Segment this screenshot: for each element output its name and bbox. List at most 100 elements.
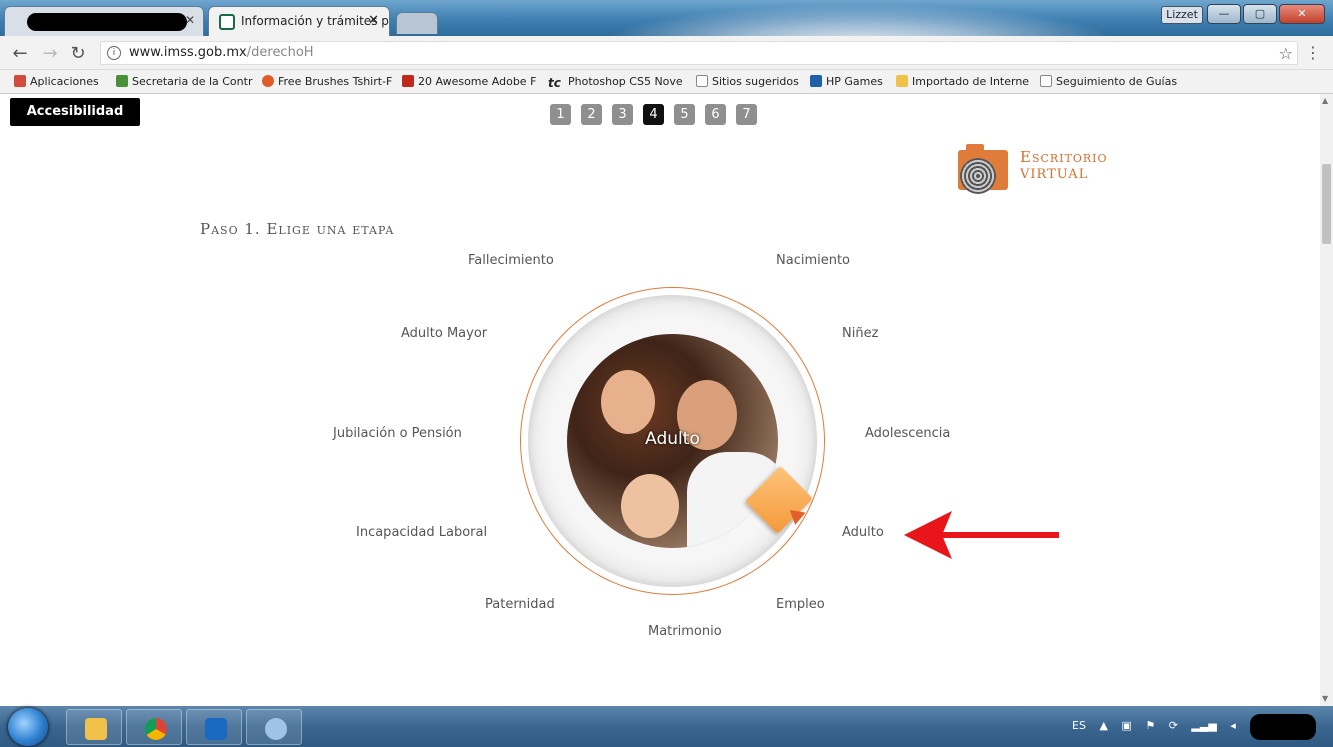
scroll-up-icon[interactable]: ▲	[1322, 96, 1328, 105]
close-tab-icon[interactable]: ✕	[185, 13, 195, 27]
stage-incapacidad[interactable]: Incapacidad Laboral	[356, 525, 487, 540]
system-tray: ES ▲ ▣ ⚑ ⟳ ▂▃▅ ◂	[1072, 719, 1246, 732]
bookmark-label: HP Games	[826, 75, 883, 88]
pager-3[interactable]: 3	[612, 104, 633, 125]
pager-4[interactable]: 4	[643, 104, 664, 125]
apps-grid-icon	[14, 75, 26, 87]
language-indicator[interactable]: ES	[1072, 719, 1086, 732]
vertical-scrollbar[interactable]: ▲ ▼	[1320, 94, 1333, 706]
reload-icon[interactable]: ↻	[68, 43, 88, 64]
signal-icon[interactable]: ▂▃▅	[1191, 719, 1216, 732]
back-arrow-icon[interactable]: ←	[10, 43, 30, 64]
sync-icon[interactable]: ⟳	[1169, 719, 1178, 732]
bookmark-item[interactable]: Sitios sugeridos	[696, 75, 799, 88]
escritorio-line2: Virtual	[1020, 167, 1089, 182]
stage-empleo[interactable]: Empleo	[776, 597, 825, 612]
network-icon[interactable]: ▣	[1121, 719, 1131, 732]
action-center-flag-icon[interactable]: ⚑	[1145, 719, 1155, 732]
bookmark-label: Photoshop CS5 Nove	[568, 75, 683, 88]
red-arrow-annotation	[904, 511, 1059, 559]
life-stage-wheel[interactable]: Adulto	[520, 287, 825, 595]
pager-2[interactable]: 2	[581, 104, 602, 125]
outlook-icon	[205, 718, 227, 740]
profile-badge[interactable]: Lizzet	[1161, 6, 1203, 24]
taskbar-chrome[interactable]	[126, 709, 182, 745]
new-tab-button[interactable]	[396, 12, 438, 34]
fingerprint-icon	[960, 158, 996, 194]
bookmark-label: Seguimiento de Guías	[1056, 75, 1178, 88]
tab-active[interactable]: Información y trámites p ✕	[208, 6, 390, 36]
bookmark-item[interactable]: Seguimiento de Guías	[1040, 75, 1177, 88]
bookmark-star-icon[interactable]: ☆	[1279, 44, 1293, 63]
bookmark-item[interactable]: Free Brushes Tshirt-F	[262, 75, 392, 88]
paint-icon	[265, 718, 287, 740]
bookmark-item[interactable]: tc Photoshop CS5 Nove	[548, 75, 683, 90]
close-window-button[interactable]: ✕	[1279, 4, 1325, 24]
bookmark-item[interactable]: Importado de Interne	[896, 75, 1029, 88]
hp-games-icon	[810, 75, 822, 87]
pager-6[interactable]: 6	[705, 104, 726, 125]
page-icon	[1040, 75, 1052, 87]
maximize-button[interactable]: ▢	[1243, 4, 1277, 24]
brush-icon	[262, 75, 274, 87]
pager-1[interactable]: 1	[550, 104, 571, 125]
page-pager: 1 2 3 4 5 6 7	[550, 104, 757, 125]
pager-7[interactable]: 7	[736, 104, 757, 125]
show-hidden-icons[interactable]: ▲	[1099, 719, 1107, 732]
tdm-icon	[402, 75, 414, 87]
stage-adolescencia[interactable]: Adolescencia	[865, 426, 950, 441]
scroll-thumb[interactable]	[1322, 164, 1331, 244]
close-tab-icon[interactable]: ✕	[368, 13, 379, 28]
browser-titlebar: ✕ Información y trámites p ✕ Lizzet — ▢ …	[0, 0, 1333, 36]
windows-taskbar: ES ▲ ▣ ⚑ ⟳ ▂▃▅ ◂	[0, 706, 1333, 747]
page-icon	[696, 75, 708, 87]
redaction-block	[27, 13, 187, 31]
address-bar[interactable]: i www.imss.gob.mx/derechoH	[100, 41, 1298, 65]
info-icon[interactable]: i	[107, 46, 121, 60]
stage-paternidad[interactable]: Paternidad	[485, 597, 555, 612]
bookmark-item[interactable]: HP Games	[810, 75, 883, 88]
tab-redacted[interactable]: ✕	[4, 6, 204, 36]
escritorio-virtual-text: Escritorio Virtual	[1020, 148, 1108, 184]
window-controls: — ▢ ✕	[1207, 4, 1325, 24]
start-orb-icon[interactable]	[8, 708, 48, 746]
photo-figure	[601, 370, 655, 434]
url-host: www.imss.gob.mx	[129, 45, 247, 60]
stage-fallecimiento[interactable]: Fallecimiento	[468, 253, 554, 268]
taskbar-explorer[interactable]	[66, 709, 122, 745]
minimize-button[interactable]: —	[1207, 4, 1241, 24]
bookmark-label: Sitios sugeridos	[712, 75, 799, 88]
pager-5[interactable]: 5	[674, 104, 695, 125]
taskbar-paint[interactable]	[246, 709, 302, 745]
folder-icon	[896, 75, 908, 87]
stage-ninez[interactable]: Niñez	[842, 326, 878, 341]
shield-icon	[116, 75, 128, 87]
stage-matrimonio[interactable]: Matrimonio	[648, 624, 722, 639]
url-path: /derechoH	[246, 45, 314, 60]
stage-nacimiento[interactable]: Nacimiento	[776, 253, 850, 268]
accessibility-button[interactable]: Accesibilidad	[10, 98, 140, 126]
bookmark-label: Secretaria de la Contr	[132, 75, 253, 88]
center-stage-label: Adulto	[645, 429, 700, 449]
bookmark-label: Importado de Interne	[912, 75, 1030, 88]
scroll-down-icon[interactable]: ▼	[1322, 694, 1328, 703]
volume-icon[interactable]: ◂	[1230, 719, 1236, 732]
bookmark-label: 20 Awesome Adobe F	[418, 75, 537, 88]
forward-arrow-icon[interactable]: →	[40, 43, 60, 64]
family-photo: Adulto	[567, 334, 778, 548]
stage-adulto[interactable]: Adulto	[842, 525, 884, 540]
imss-favicon-icon	[219, 14, 235, 30]
stage-adulto-mayor[interactable]: Adulto Mayor	[401, 326, 487, 341]
bookmark-item[interactable]: Aplicaciones	[14, 75, 99, 88]
taskbar-outlook[interactable]	[186, 709, 242, 745]
chrome-icon	[145, 718, 167, 740]
escritorio-virtual-link[interactable]: Escritorio Virtual	[958, 144, 1138, 196]
bookmark-label: Aplicaciones	[30, 75, 99, 88]
step-title: Paso 1. Elige una etapa	[200, 220, 395, 238]
stage-jubilacion[interactable]: Jubilación o Pensión	[333, 426, 462, 441]
page-content: Accesibilidad 1 2 3 4 5 6 7 Escritorio V…	[0, 94, 1320, 706]
bookmark-item[interactable]: 20 Awesome Adobe F	[402, 75, 536, 88]
menu-kebab-icon[interactable]: ⋮	[1305, 43, 1321, 62]
photo-figure	[621, 474, 679, 538]
bookmark-item[interactable]: Secretaria de la Contr	[116, 75, 252, 88]
